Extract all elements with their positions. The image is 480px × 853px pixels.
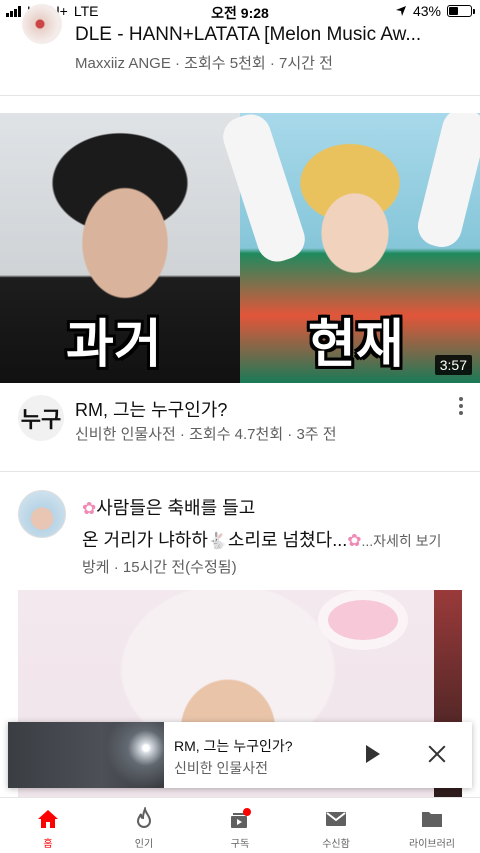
thumbnail-caption-present: 현재 — [308, 316, 404, 374]
library-icon — [420, 807, 444, 831]
close-icon[interactable] — [426, 743, 448, 765]
battery-icon — [447, 5, 475, 17]
channel-avatar[interactable]: 누구 — [18, 395, 64, 441]
mini-player-title[interactable]: RM, 그는 누구인가? — [174, 736, 293, 756]
location-arrow-icon — [395, 6, 406, 16]
nav-label: 홈 — [43, 839, 53, 850]
duration-badge: 3:57 — [434, 355, 472, 375]
thumbnail-caption-past: 과거 — [66, 316, 162, 374]
bunny-ear-decoration — [318, 590, 408, 650]
battery-percent: 43% — [412, 3, 441, 19]
cherry-blossom-icon: ✿ — [347, 531, 362, 550]
nav-item-library[interactable]: 라이브러리 — [384, 798, 480, 853]
battery-fill — [449, 7, 459, 15]
post-text-line2: 온 거리가 냐하하🐇소리로 넘쳤다...✿...자세히 보기 — [82, 526, 441, 552]
nav-label: 수신함 — [322, 839, 350, 850]
video-info-row[interactable]: 누구 RM, 그는 누구인가? 신비한 인물사전 · 조회수 4.7천회 · 3… — [0, 383, 480, 471]
divider — [0, 471, 480, 472]
nav-label: 구독 — [230, 839, 250, 850]
play-icon[interactable] — [366, 745, 380, 763]
inbox-icon — [324, 807, 348, 831]
read-more-link[interactable]: ...자세히 보기 — [361, 533, 441, 549]
video-item-top[interactable]: DLE - HANN+LATATA [Melon Music Aw... Max… — [0, 4, 480, 96]
nav-label: 인기 — [134, 839, 154, 850]
cherry-blossom-icon: ✿ — [82, 499, 97, 518]
video-title[interactable]: RM, 그는 누구인가? — [75, 396, 227, 422]
post-text: 사람들은 축배를 들고 — [96, 498, 256, 518]
post-text: 소리로 넘쳤다... — [227, 530, 348, 550]
nav-item-subscriptions[interactable]: 구독 — [192, 798, 288, 853]
status-right: 43% — [395, 3, 475, 19]
rabbit-icon: 🐇 — [207, 533, 228, 550]
home-icon — [36, 807, 60, 831]
nav-item-inbox[interactable]: 수신함 — [288, 798, 384, 853]
nav-label: 라이브러리 — [409, 839, 455, 850]
nav-item-home[interactable]: 홈 — [0, 798, 96, 853]
trending-icon — [132, 807, 156, 831]
mini-player[interactable]: RM, 그는 누구인가? 신비한 인물사전 — [8, 722, 472, 788]
mini-player-channel: 신비한 인물사전 — [174, 760, 269, 776]
nav-item-trending[interactable]: 인기 — [96, 798, 192, 853]
divider — [0, 95, 480, 96]
mini-player-thumbnail[interactable] — [8, 722, 164, 788]
channel-avatar[interactable] — [18, 490, 66, 538]
post-text: 온 거리가 냐하하 — [82, 530, 208, 550]
video-meta: 신비한 인물사전 · 조회수 4.7천회 · 3주 전 — [75, 426, 337, 443]
video-title[interactable]: DLE - HANN+LATATA [Melon Music Aw... — [75, 24, 465, 46]
post-meta: 방케 · 15시간 전(수정됨) — [82, 559, 237, 576]
more-options-icon[interactable] — [454, 395, 468, 417]
channel-avatar[interactable] — [22, 4, 62, 44]
bottom-navigation: 홈 인기 구독 수신함 라이브러리 — [0, 797, 480, 853]
video-meta: Maxxiiz ANGE · 조회수 5천회 · 7시간 전 — [75, 55, 333, 72]
subscriptions-icon — [228, 807, 252, 831]
video-thumbnail[interactable]: 과거 현재 3:57 — [0, 113, 480, 383]
post-text-line1: ✿사람들은 축배를 들고 — [82, 494, 255, 520]
raised-arm-right — [413, 113, 480, 252]
